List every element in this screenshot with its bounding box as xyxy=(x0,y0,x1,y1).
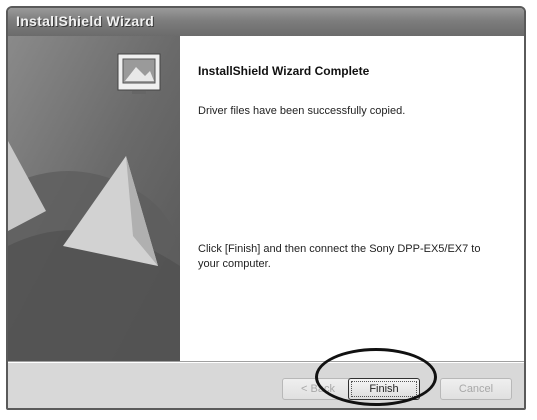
button-bar: < Back Finish Cancel xyxy=(8,363,524,408)
connect-instruction-message: Click [Finish] and then connect the Sony… xyxy=(198,243,481,270)
cancel-button[interactable]: Cancel xyxy=(440,378,512,400)
copy-success-message: Driver files have been successfully copi… xyxy=(198,105,406,117)
title-bar[interactable]: InstallShield Wizard xyxy=(8,8,524,37)
wizard-heading: InstallShield Wizard Complete xyxy=(198,64,370,78)
window-title: InstallShield Wizard xyxy=(16,13,155,29)
wizard-content: InstallShield Wizard Complete Driver fil… xyxy=(180,36,524,361)
wizard-banner xyxy=(8,36,180,361)
finish-button[interactable]: Finish xyxy=(348,378,420,400)
banner-graphic xyxy=(8,36,180,361)
back-button[interactable]: < Back xyxy=(282,378,354,400)
installshield-wizard-window: InstallShield Wizard InstallShield Wizar… xyxy=(6,6,526,410)
installer-monitor-icon xyxy=(117,53,161,94)
